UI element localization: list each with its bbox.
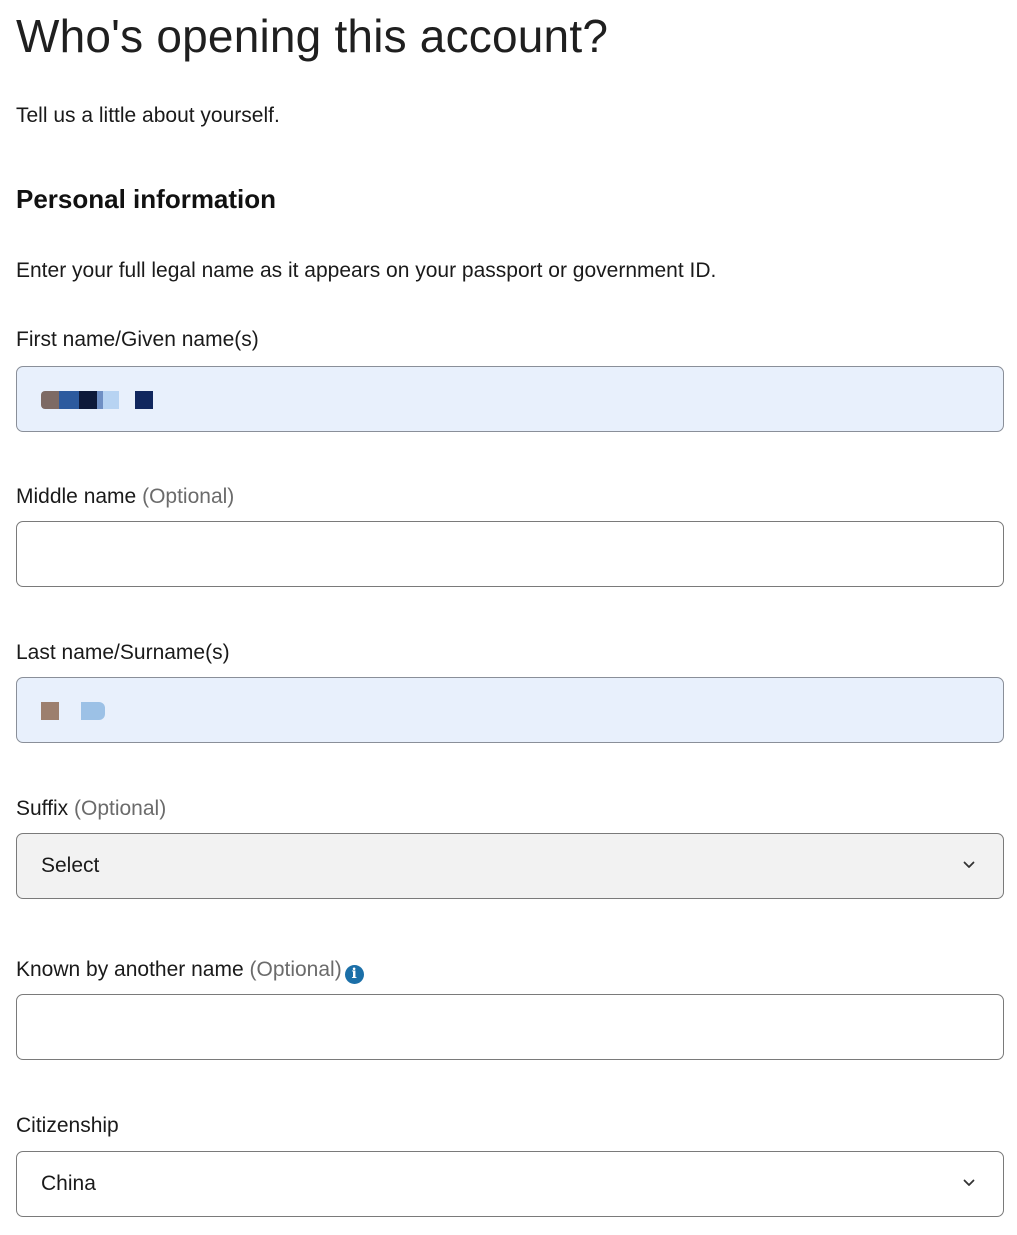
suffix-select[interactable]: Select — [16, 833, 1004, 899]
info-icon[interactable]: i — [344, 965, 364, 984]
known-by-optional-tag: (Optional) — [249, 958, 342, 981]
known-by-field[interactable] — [16, 994, 1004, 1060]
legal-name-instructions: Enter your full legal name as it appears… — [16, 259, 717, 282]
suffix-label-text: Suffix — [16, 797, 69, 820]
known-by-input[interactable] — [17, 995, 1003, 1059]
citizenship-select[interactable]: China — [16, 1151, 1004, 1217]
middle-name-label: Middle name (Optional) — [16, 484, 234, 510]
chevron-down-icon — [963, 1179, 975, 1186]
middle-name-input[interactable] — [17, 522, 1003, 586]
middle-name-label-text: Middle name — [16, 485, 137, 508]
first-name-redacted-value — [41, 391, 153, 409]
section-heading-personal-information: Personal information — [16, 184, 277, 214]
last-name-label-text: Last name/Surname(s) — [16, 641, 230, 664]
citizenship-label: Citizenship — [16, 1113, 119, 1139]
first-name-label-text: First name/Given name(s) — [16, 328, 259, 351]
middle-name-field[interactable] — [16, 521, 1004, 587]
first-name-field[interactable] — [16, 366, 1004, 432]
suffix-label: Suffix (Optional) — [16, 796, 166, 822]
first-name-label: First name/Given name(s) — [16, 327, 259, 353]
chevron-down-icon — [963, 861, 975, 868]
suffix-optional-tag: (Optional) — [74, 797, 167, 820]
last-name-label: Last name/Surname(s) — [16, 640, 230, 666]
page-subtitle: Tell us a little about yourself. — [16, 104, 280, 127]
known-by-label: Known by another name (Optional) i — [16, 957, 364, 984]
suffix-selected-value: Select — [41, 854, 100, 877]
last-name-field[interactable] — [16, 677, 1004, 743]
known-by-label-text: Known by another name — [16, 958, 244, 981]
citizenship-label-text: Citizenship — [16, 1114, 119, 1137]
middle-name-optional-tag: (Optional) — [142, 485, 235, 508]
page-title: Who's opening this account? — [16, 10, 609, 62]
last-name-redacted-value — [41, 702, 105, 720]
citizenship-selected-value: China — [41, 1172, 96, 1195]
